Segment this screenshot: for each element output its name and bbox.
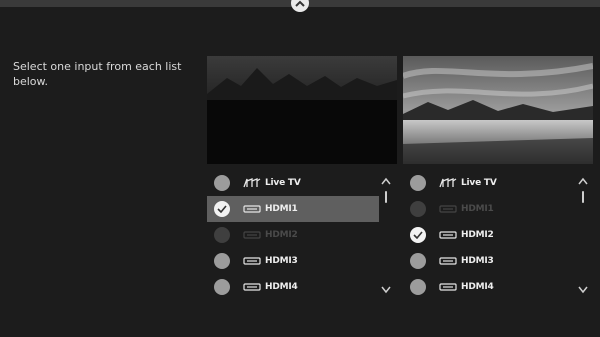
hdmi-icon (243, 256, 261, 266)
instructions-text: Select one input from each list below. (13, 60, 182, 88)
right-item-live-tv[interactable]: Live TV (403, 170, 575, 196)
hdmi-icon (243, 230, 261, 240)
left-item-hdmi1[interactable]: HDMI1 (207, 196, 379, 222)
item-label: HDMI4 (461, 282, 494, 292)
item-label: HDMI1 (265, 204, 298, 214)
left-item-hdmi4[interactable]: HDMI4 (207, 274, 379, 300)
item-label: Live TV (265, 178, 301, 188)
left-preview-image (207, 56, 397, 164)
antenna-icon (243, 178, 261, 188)
checkmark-icon (413, 231, 423, 239)
radio-button[interactable] (410, 227, 426, 243)
left-item-hdmi2: HDMI2 (207, 222, 379, 248)
radio-button[interactable] (214, 253, 230, 269)
item-label: HDMI1 (461, 204, 494, 214)
right-item-hdmi2[interactable]: HDMI2 (403, 222, 575, 248)
radio-button[interactable] (214, 201, 230, 217)
hdmi-icon (439, 204, 457, 214)
item-label: Live TV (461, 178, 497, 188)
left-item-hdmi3[interactable]: HDMI3 (207, 248, 379, 274)
radio-button (214, 227, 230, 243)
item-label: HDMI3 (461, 256, 494, 266)
hdmi-icon (439, 230, 457, 240)
hdmi-icon (439, 256, 457, 266)
radio-button (410, 201, 426, 217)
right-scrollbar[interactable] (582, 191, 584, 203)
radio-button[interactable] (410, 253, 426, 269)
left-input-list: Live TV HDMI1 HDMI2 HDMI3 HDMI4 (207, 170, 379, 300)
antenna-icon (439, 178, 457, 188)
checkmark-icon (217, 205, 227, 213)
left-scrollbar[interactable] (385, 191, 387, 203)
right-item-hdmi1: HDMI1 (403, 196, 575, 222)
right-scroll-up-icon[interactable] (578, 177, 588, 185)
radio-button[interactable] (410, 279, 426, 295)
right-item-hdmi3[interactable]: HDMI3 (403, 248, 575, 274)
left-item-live-tv[interactable]: Live TV (207, 170, 379, 196)
radio-button[interactable] (214, 175, 230, 191)
right-scroll-down-icon[interactable] (578, 286, 588, 294)
item-label: HDMI4 (265, 282, 298, 292)
hdmi-icon (439, 282, 457, 292)
collapse-button[interactable] (291, 0, 309, 12)
radio-button[interactable] (214, 279, 230, 295)
item-label: HDMI2 (461, 230, 494, 240)
item-label: HDMI2 (265, 230, 298, 240)
right-item-hdmi4[interactable]: HDMI4 (403, 274, 575, 300)
hdmi-icon (243, 282, 261, 292)
right-preview-image (403, 56, 593, 164)
item-label: HDMI3 (265, 256, 298, 266)
chevron-up-icon (295, 0, 305, 7)
left-scroll-down-icon[interactable] (381, 286, 391, 294)
radio-button[interactable] (410, 175, 426, 191)
hdmi-icon (243, 204, 261, 214)
left-scroll-up-icon[interactable] (381, 177, 391, 185)
right-input-list: Live TV HDMI1 HDMI2 HDMI3 HDMI4 (403, 170, 575, 300)
